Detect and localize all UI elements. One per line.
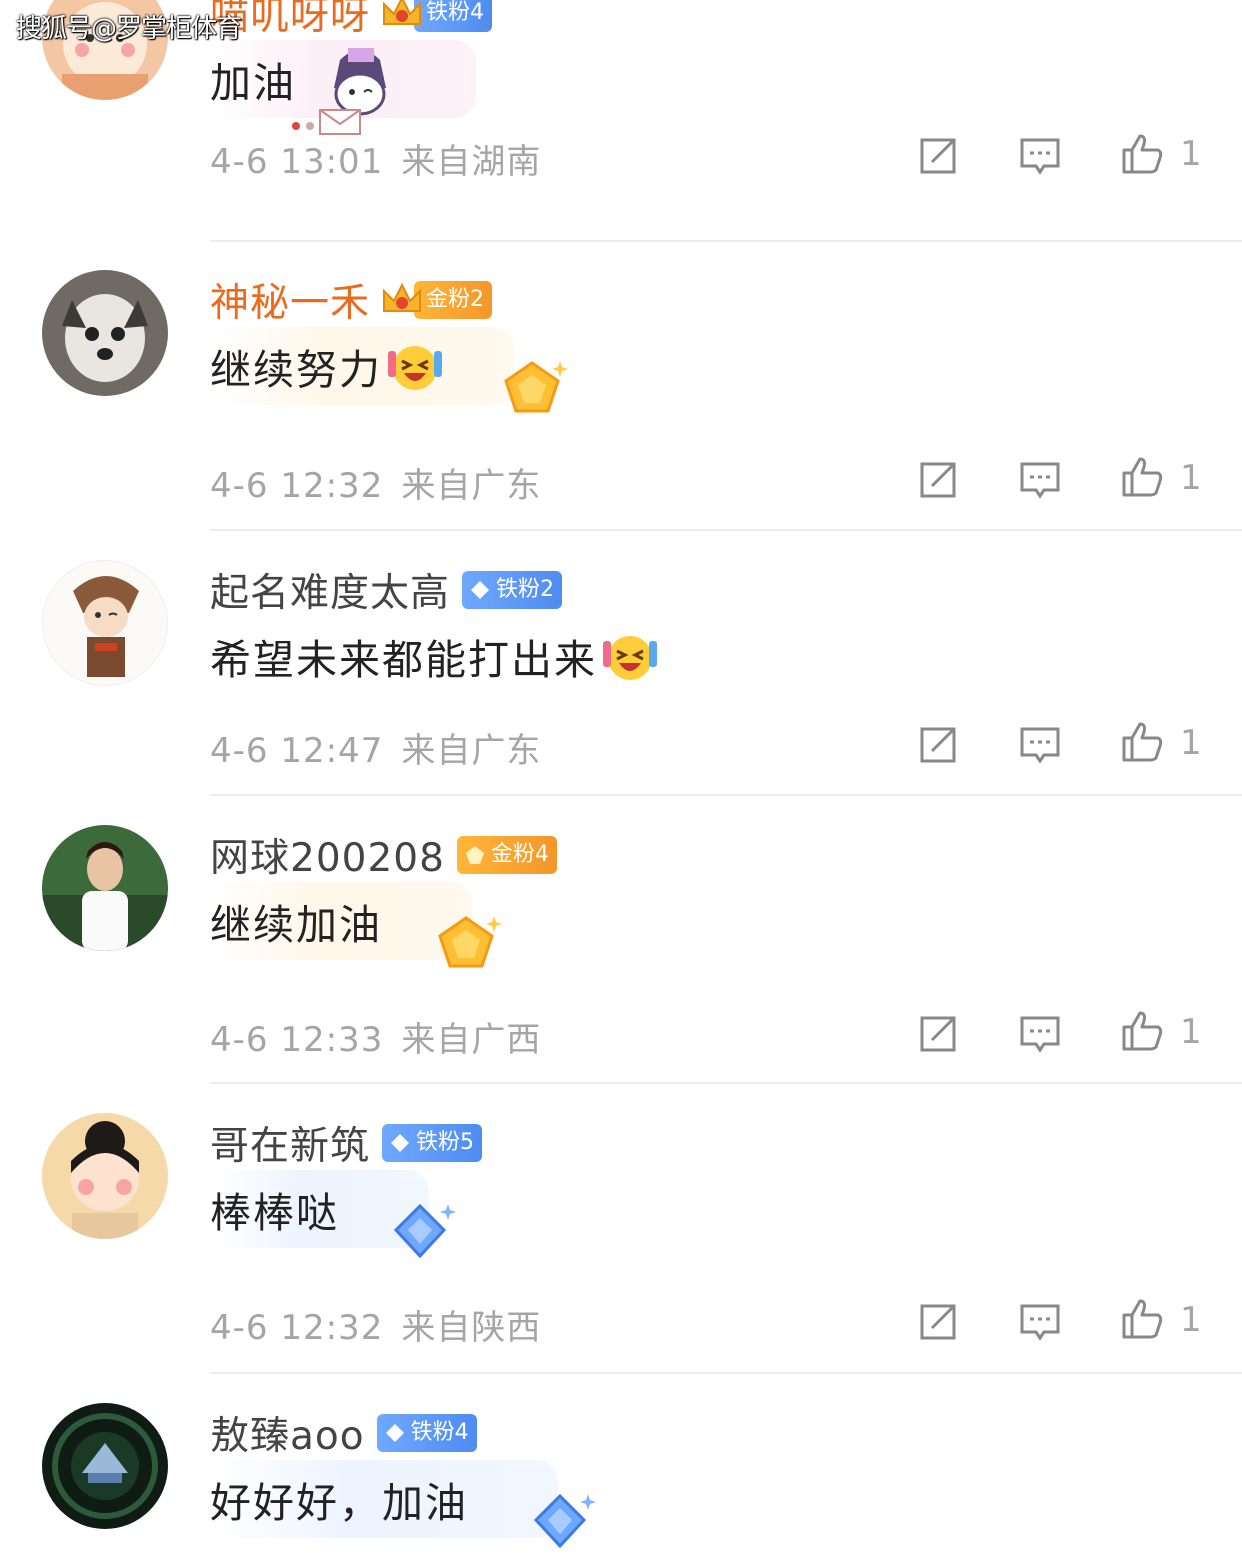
like-count: 1 (1180, 1012, 1202, 1052)
comment-icon[interactable] (1018, 134, 1062, 178)
avatar[interactable] (42, 1113, 168, 1239)
comment-text: 继续努力 (210, 346, 382, 394)
like-count: 1 (1180, 458, 1202, 498)
comment-text: 好好好，加油 (210, 1479, 468, 1527)
comment-time: 4-6 12:32 (210, 1308, 384, 1348)
kuromi-sticker (292, 48, 386, 135)
username[interactable]: 网球200208 (210, 827, 445, 883)
thumbs-up-icon[interactable] (1120, 455, 1164, 499)
comment-location: 来自广东 (401, 466, 542, 506)
comment-time: 4-6 12:32 (210, 466, 384, 506)
divider (210, 240, 1242, 242)
fan-badge[interactable]: 铁粉4 (414, 0, 493, 32)
thumbs-up-icon[interactable] (1120, 720, 1164, 764)
gold-medal-icon (438, 916, 502, 968)
avatar[interactable] (42, 1403, 168, 1529)
fan-badge-label: 铁粉5 (416, 1130, 475, 1155)
fan-badge-label: 铁粉2 (496, 577, 555, 602)
comment-item: 神秘一禾 金粉2 继续努力 4-6 12:32 来自广东 1 (0, 255, 1242, 544)
crown-icon (383, 0, 422, 25)
watermark: 搜狐号@罗掌柜体育 (16, 14, 242, 44)
comment-icon[interactable] (1018, 1012, 1062, 1056)
fan-badge-label: 金粉4 (490, 842, 549, 867)
comment-item: 起名难度太高 铁粉2 希望未来都能打出来 4-6 12:47 来自广东 1 (0, 545, 1242, 834)
repost-icon[interactable] (916, 723, 960, 767)
comment-time: 4-6 13:01 (210, 142, 384, 182)
gold-medal-icon (504, 361, 568, 413)
repost-icon[interactable] (916, 134, 960, 178)
thumbs-up-icon[interactable] (1120, 1297, 1164, 1341)
crown-icon (383, 282, 422, 312)
comment-text: 继续加油 (210, 901, 382, 949)
comment-time: 4-6 12:33 (210, 1020, 384, 1060)
divider (210, 1372, 1242, 1374)
avatar[interactable] (42, 560, 168, 686)
laughing-emoji-icon (388, 346, 442, 390)
username[interactable]: 哥在新筑 (210, 1115, 370, 1171)
comment-icon[interactable] (1018, 723, 1062, 767)
fan-badge[interactable]: 铁粉5 (382, 1124, 483, 1162)
thumbs-up-icon[interactable] (1120, 132, 1164, 176)
comment-item: 哥在新筑 铁粉5 棒棒哒 4-6 12:32 来自陕西 1 (0, 1098, 1242, 1387)
comment-location: 来自广西 (401, 1020, 542, 1060)
username[interactable]: 起名难度太高 (210, 562, 450, 618)
comment-location: 来自广东 (401, 731, 542, 771)
comment-meta: 4-6 12:32 来自广东 (210, 458, 541, 507)
diamond-icon (385, 1424, 404, 1442)
divider (210, 1082, 1242, 1084)
comment-icon[interactable] (1018, 1300, 1062, 1344)
comment-meta: 4-6 12:47 来自广东 (210, 723, 541, 772)
fan-badge[interactable]: 铁粉4 (376, 1414, 477, 1452)
comment-time: 4-6 12:47 (210, 731, 384, 771)
fan-badge-label: 铁粉4 (410, 1420, 469, 1445)
divider (210, 794, 1242, 796)
blue-diamond-icon (393, 1203, 456, 1259)
username[interactable]: 神秘一禾 (210, 272, 370, 328)
avatar[interactable] (42, 825, 168, 951)
thumbs-up-icon[interactable] (1120, 1009, 1164, 1053)
like-count: 1 (1180, 723, 1202, 763)
repost-icon[interactable] (916, 1012, 960, 1056)
fan-badge[interactable]: 金粉2 (414, 281, 493, 319)
comment-item: 网球200208 金粉4 继续加油 4-6 12:33 来自广西 1 (0, 810, 1242, 1099)
avatar[interactable] (42, 270, 168, 396)
comment-icon[interactable] (1018, 458, 1062, 502)
fan-badge[interactable]: 金粉4 (456, 836, 557, 874)
diamond-icon (391, 1134, 410, 1152)
comment-item: 敖臻aoo 铁粉4 好好好，加油 (0, 1388, 1242, 1563)
like-count: 1 (1180, 1300, 1202, 1340)
pentagon-icon (465, 846, 484, 864)
comment-location: 来自湖南 (401, 142, 542, 182)
comment-text: 希望未来都能打出来 (210, 636, 597, 684)
comment-text: 加油 (210, 59, 296, 107)
comment-bubble: 继续努力 (210, 327, 514, 405)
comment-meta: 4-6 12:32 来自陕西 (210, 1300, 541, 1349)
username[interactable]: 敖臻aoo (210, 1405, 365, 1461)
divider (210, 529, 1242, 531)
like-count: 1 (1180, 134, 1202, 174)
repost-icon[interactable] (916, 458, 960, 502)
laughing-emoji-icon (603, 636, 657, 680)
comment-bubble: 希望未来都能打出来 (210, 617, 839, 695)
diamond-icon (471, 581, 490, 599)
comment-meta: 4-6 13:01 来自湖南 (210, 134, 541, 183)
comment-bubble: 好好好，加油 (210, 1460, 558, 1538)
fan-badge[interactable]: 铁粉2 (462, 571, 563, 609)
blue-diamond-icon (533, 1493, 596, 1549)
repost-icon[interactable] (916, 1300, 960, 1344)
comment-meta: 4-6 12:33 来自广西 (210, 1012, 541, 1061)
comment-text: 棒棒哒 (210, 1189, 339, 1237)
comment-location: 来自陕西 (401, 1308, 542, 1348)
